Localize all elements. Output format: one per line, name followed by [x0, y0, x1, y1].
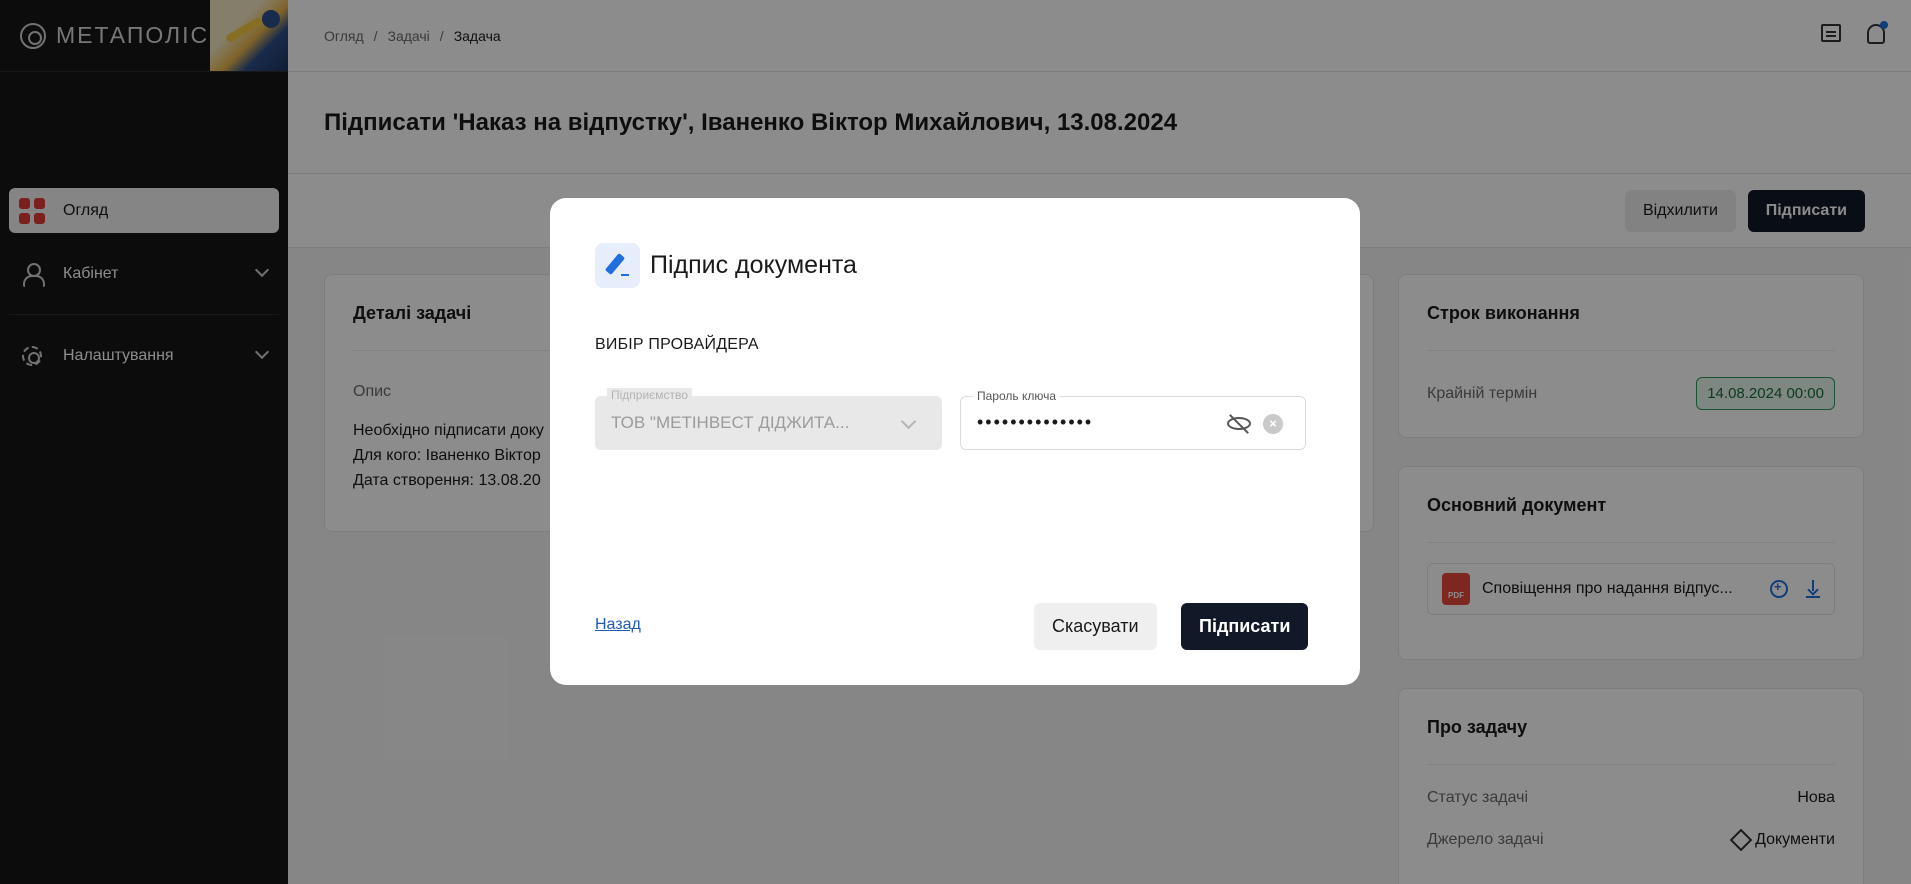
confirm-sign-button[interactable]: Підписати — [1181, 603, 1309, 650]
clear-icon[interactable]: × — [1263, 414, 1283, 434]
sign-document-modal: Підпис документа ВИБІР ПРОВАЙДЕРА Підпри… — [550, 198, 1360, 685]
provider-section-label: ВИБІР ПРОВАЙДЕРА — [595, 336, 759, 353]
cancel-button[interactable]: Скасувати — [1034, 603, 1157, 650]
company-select: Підприємство ТОВ "МЕТІНВЕСТ ДІДЖИТА... — [595, 388, 942, 450]
back-link[interactable]: Назад — [595, 616, 641, 634]
company-field-label: Підприємство — [607, 388, 692, 402]
chevron-down-icon — [900, 413, 917, 430]
password-field-value[interactable]: •••••••••••••• — [977, 412, 1093, 433]
password-field[interactable]: Пароль ключа •••••••••••••• × — [960, 389, 1306, 450]
company-field-value: ТОВ "МЕТІНВЕСТ ДІДЖИТА... — [611, 413, 850, 432]
password-field-label: Пароль ключа — [973, 389, 1061, 403]
modal-header: Підпис документа — [595, 243, 857, 288]
pen-icon — [595, 243, 640, 288]
eye-off-icon[interactable] — [1227, 412, 1251, 434]
modal-title: Підпис документа — [650, 251, 857, 279]
